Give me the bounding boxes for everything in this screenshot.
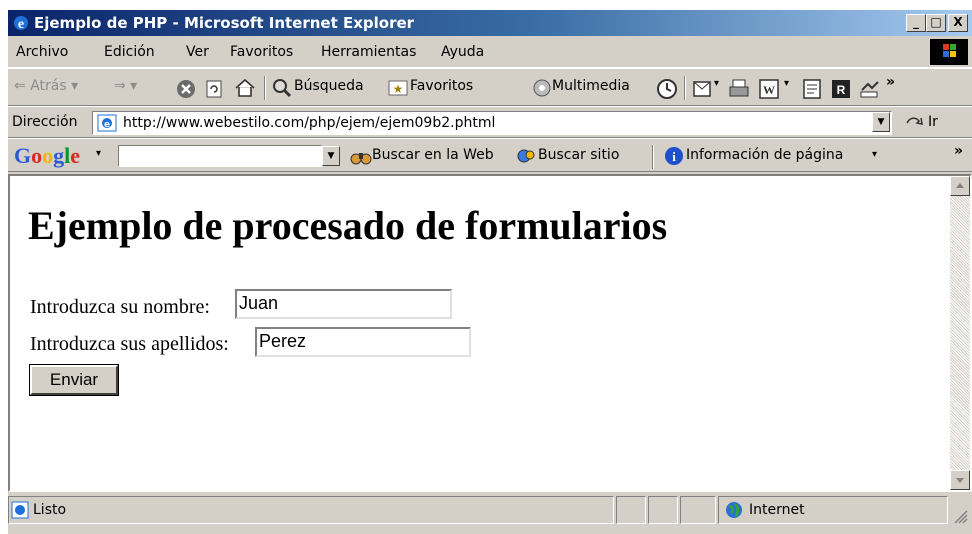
page-heading: Ejemplo de procesado de formularios bbox=[28, 203, 668, 248]
toolbar-separator bbox=[264, 76, 266, 100]
scroll-up-button[interactable] bbox=[950, 176, 970, 196]
menu-bar: Archivo Edición Ver Favoritos Herramient… bbox=[8, 37, 972, 68]
status-pane bbox=[680, 496, 716, 524]
discuss-icon[interactable] bbox=[802, 78, 822, 100]
google-search-dropdown-button[interactable]: ▼ bbox=[322, 146, 340, 166]
google-toolbar-overflow-chevron[interactable]: » bbox=[954, 143, 963, 159]
google-search-input[interactable] bbox=[118, 145, 322, 167]
menu-favoritos[interactable]: Favoritos bbox=[230, 44, 293, 60]
forward-button[interactable]: ⇒ ▾ bbox=[114, 78, 137, 94]
address-bar: Dirección e http://www.webestilo.com/php… bbox=[8, 106, 972, 138]
surname-input[interactable]: Perez bbox=[255, 327, 471, 357]
page-icon: e bbox=[97, 114, 117, 132]
vertical-scrollbar[interactable] bbox=[950, 176, 970, 490]
svg-text:W: W bbox=[763, 83, 775, 97]
toolbar-overflow-chevron[interactable]: » bbox=[886, 74, 895, 90]
scroll-down-button[interactable] bbox=[950, 470, 970, 490]
info-icon: i bbox=[665, 147, 683, 165]
svg-text:★: ★ bbox=[393, 82, 404, 96]
google-toolbar: Google ▾ ▼ Buscar en la Web Buscar sitio… bbox=[8, 138, 972, 172]
google-logo[interactable]: Google bbox=[14, 143, 80, 169]
edit-dropdown-icon[interactable]: ▾ bbox=[784, 78, 789, 89]
menu-archivo[interactable]: Archivo bbox=[16, 44, 68, 60]
toolbar-separator bbox=[652, 145, 654, 169]
address-url: http://www.webestilo.com/php/ejem/ejem09… bbox=[123, 115, 496, 131]
binoculars-icon bbox=[350, 153, 372, 165]
go-arrow-icon[interactable] bbox=[904, 113, 924, 133]
edit-word-icon[interactable]: W bbox=[758, 78, 780, 100]
stop-icon[interactable] bbox=[176, 79, 196, 99]
home-icon[interactable] bbox=[234, 78, 256, 98]
svg-text:i: i bbox=[672, 149, 676, 164]
status-text: Listo bbox=[33, 502, 67, 518]
multimedia-button[interactable]: Multimedia bbox=[552, 78, 630, 94]
scroll-up-arrow-icon bbox=[956, 183, 964, 188]
back-button[interactable]: ⇐ Atrás ▾ bbox=[14, 78, 78, 94]
address-dropdown-button[interactable]: ▼ bbox=[872, 112, 890, 132]
status-pane bbox=[648, 496, 678, 524]
favorites-icon: ★ bbox=[388, 80, 408, 96]
google-menu-dropdown-icon[interactable]: ▾ bbox=[96, 148, 101, 159]
multimedia-icon bbox=[533, 79, 551, 97]
submit-button[interactable]: Enviar bbox=[29, 364, 119, 396]
history-icon[interactable] bbox=[656, 78, 678, 100]
messenger-icon[interactable]: R bbox=[830, 78, 852, 100]
address-label: Dirección bbox=[12, 114, 78, 130]
zone-text: Internet bbox=[749, 502, 805, 518]
svg-text:e: e bbox=[104, 120, 110, 130]
menu-ver[interactable]: Ver bbox=[186, 44, 209, 60]
resize-grip-icon[interactable] bbox=[952, 508, 968, 524]
search-web-button[interactable]: Buscar en la Web bbox=[372, 147, 494, 163]
menu-ayuda[interactable]: Ayuda bbox=[441, 44, 484, 60]
ie-logo-icon: e bbox=[14, 16, 28, 32]
close-button[interactable]: X bbox=[948, 14, 968, 32]
status-main-pane: Listo bbox=[8, 496, 614, 524]
name-input[interactable]: Juan bbox=[235, 289, 452, 319]
go-button[interactable]: Ir bbox=[928, 114, 938, 130]
favorites-button[interactable]: Favoritos bbox=[410, 78, 473, 94]
ie-page-icon bbox=[11, 501, 29, 519]
toolbar-separator bbox=[684, 76, 686, 100]
mail-dropdown-icon[interactable]: ▾ bbox=[714, 78, 719, 89]
back-label: Atrás bbox=[30, 78, 67, 94]
svg-text:e: e bbox=[18, 17, 24, 32]
name-label: Introduzca su nombre: bbox=[30, 296, 210, 318]
title-bar[interactable]: e Ejemplo de PHP - Microsoft Internet Ex… bbox=[8, 10, 972, 36]
surname-label: Introduzca sus apellidos: bbox=[30, 333, 229, 355]
mail-icon[interactable] bbox=[692, 78, 714, 100]
window-title: Ejemplo de PHP - Microsoft Internet Expl… bbox=[34, 14, 415, 32]
page-content: Ejemplo de procesado de formularios Intr… bbox=[8, 174, 972, 492]
browser-window: e Ejemplo de PHP - Microsoft Internet Ex… bbox=[8, 10, 972, 534]
search-icon bbox=[273, 79, 292, 98]
status-pane bbox=[616, 496, 646, 524]
maximize-button[interactable]: □ bbox=[926, 14, 946, 32]
svg-text:R: R bbox=[837, 83, 846, 97]
print-icon[interactable] bbox=[728, 78, 750, 100]
status-zone-pane: Internet bbox=[718, 496, 948, 524]
tools-icon[interactable] bbox=[858, 78, 880, 100]
minimize-button[interactable]: _ bbox=[906, 14, 926, 32]
globe-icon bbox=[726, 502, 742, 518]
search-button[interactable]: Búsqueda bbox=[294, 78, 364, 94]
search-site-icon bbox=[517, 149, 535, 163]
search-site-button[interactable]: Buscar sitio bbox=[538, 147, 619, 163]
scroll-down-arrow-icon bbox=[956, 478, 964, 483]
status-bar: Listo Internet bbox=[8, 494, 972, 534]
menu-edicion[interactable]: Edición bbox=[104, 44, 155, 60]
menu-herramientas[interactable]: Herramientas bbox=[321, 44, 416, 60]
page-info-dropdown-icon[interactable]: ▾ bbox=[872, 149, 877, 160]
windows-logo-icon bbox=[930, 39, 968, 65]
page-info-button[interactable]: Información de página bbox=[686, 147, 843, 163]
address-input[interactable]: e http://www.webestilo.com/php/ejem/ejem… bbox=[92, 111, 892, 135]
refresh-icon[interactable] bbox=[204, 79, 224, 99]
standard-toolbar: ⇐ Atrás ▾ ⇒ ▾ Búsqueda ★ Favoritos Multi… bbox=[8, 68, 972, 106]
